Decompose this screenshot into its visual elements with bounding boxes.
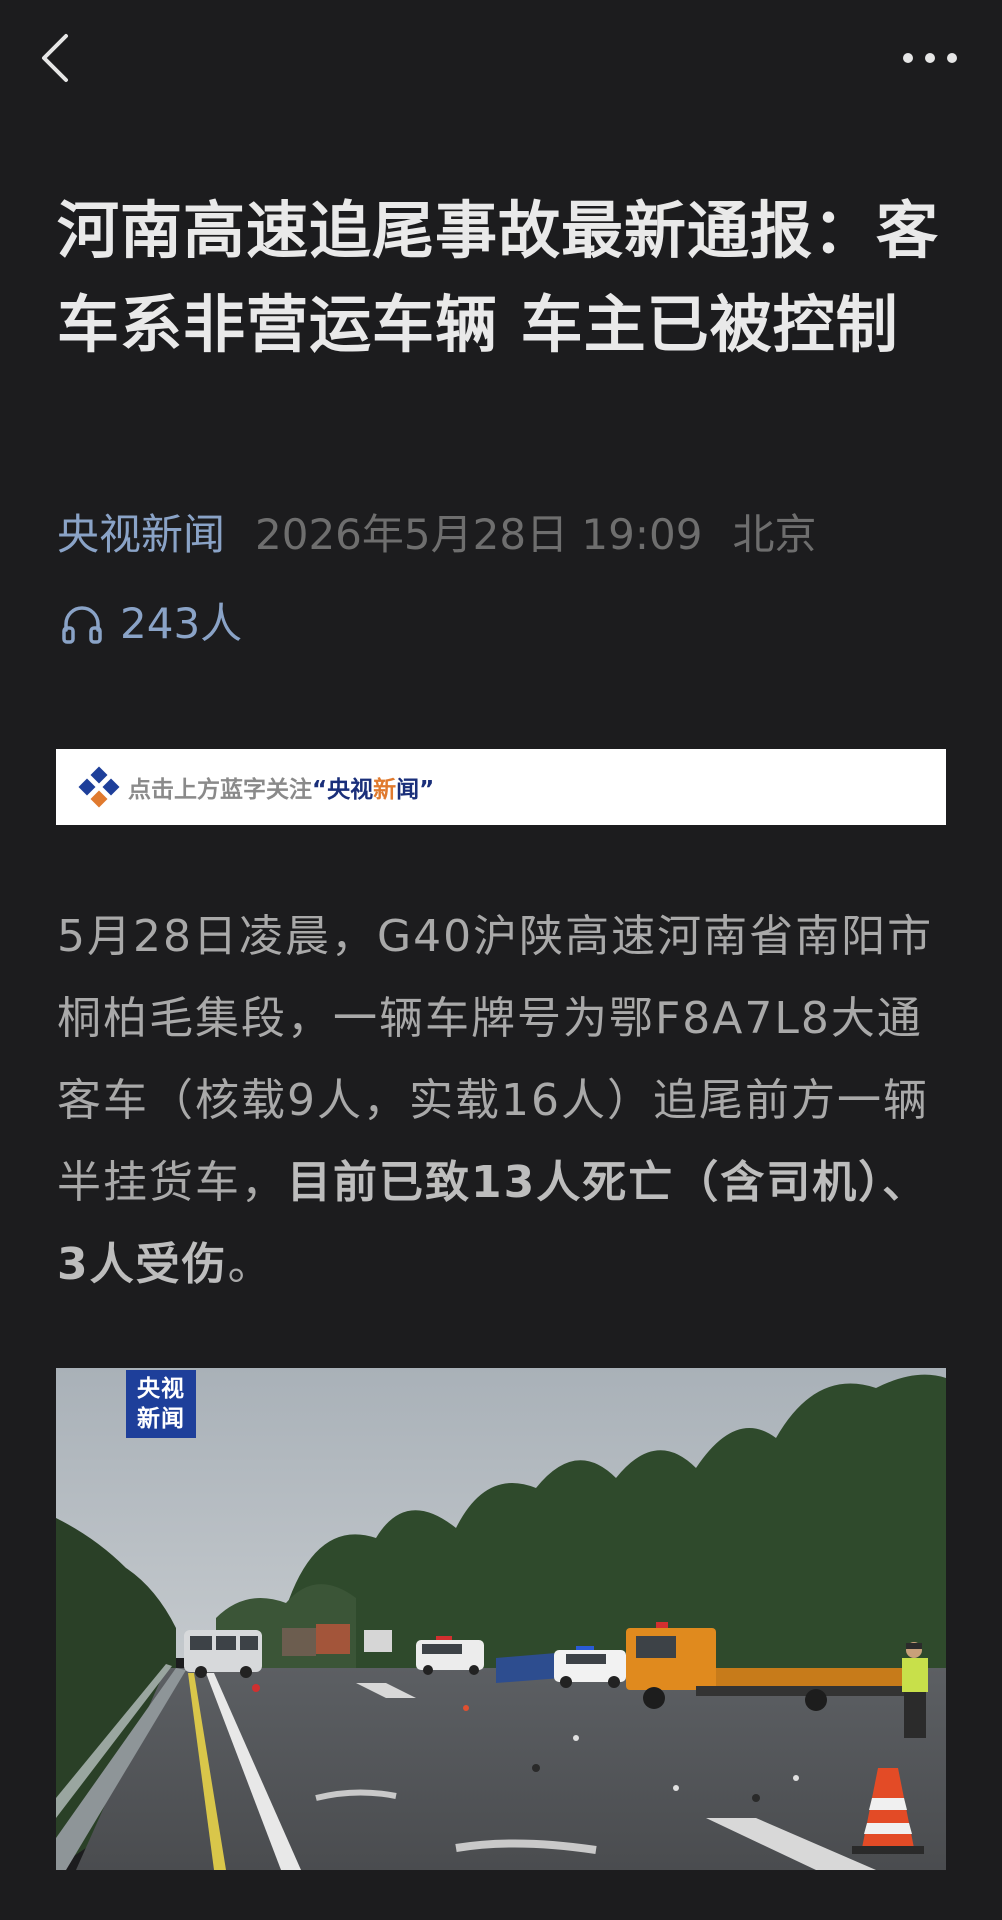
publish-date: 2026年5月28日 19:09 <box>255 510 703 559</box>
open-quote: “ <box>312 777 328 803</box>
article-meta: 央视新闻 2026年5月28日 19:09 北京 <box>57 505 816 565</box>
article-paragraph: 5月28日凌晨，G40沪陕高速河南省南阳市桐柏毛集段，一辆车牌号为鄂F8A7L8… <box>57 896 957 1306</box>
photo-watermark: 央视新闻 <box>126 1370 196 1438</box>
article-title: 河南高速追尾事故最新通报：客车系非营运车辆 车主已被控制 <box>57 194 940 361</box>
follow-prefix: 点击上方蓝字关注 <box>128 777 312 803</box>
headphones-icon <box>62 606 102 644</box>
follow-banner[interactable]: 点击上方蓝字关注“央视新闻” <box>56 749 946 825</box>
accident-scene-image <box>56 1368 946 1870</box>
chevron-left-icon <box>42 34 68 82</box>
more-button[interactable] <box>894 38 966 78</box>
publish-location: 北京 <box>732 510 817 559</box>
follow-banner-text: 点击上方蓝字关注“央视新闻” <box>128 770 434 804</box>
listen-count: 243人 <box>120 599 243 648</box>
back-button[interactable] <box>30 26 90 90</box>
paragraph-end: 。 <box>227 1239 274 1290</box>
brand-part2: 新 <box>373 777 397 803</box>
source-link[interactable]: 央视新闻 <box>57 510 225 559</box>
brand-part1: 央视 <box>327 777 374 803</box>
listen-button[interactable]: 243人 <box>60 594 242 654</box>
brand-part3: 闻 <box>396 777 420 803</box>
top-bar <box>0 0 1002 118</box>
close-quote: ” <box>419 777 435 803</box>
more-horizontal-icon <box>903 53 957 63</box>
cctv-news-logo <box>78 766 120 808</box>
news-photo[interactable]: 央视新闻 <box>56 1368 946 1870</box>
